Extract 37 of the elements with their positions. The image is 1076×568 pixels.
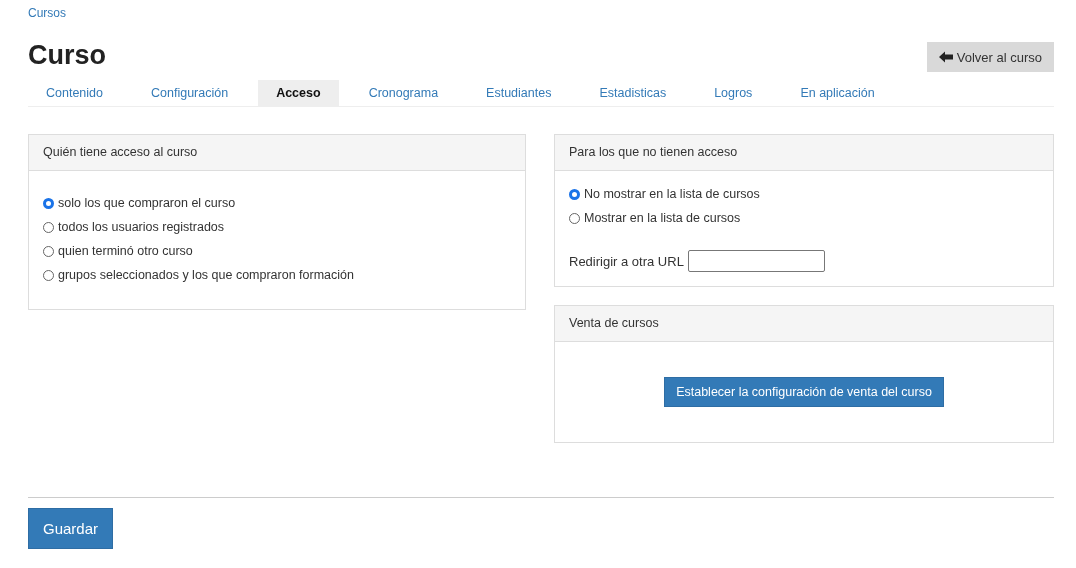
radio-button[interactable] bbox=[43, 245, 54, 257]
option-label: todos los usuarios registrados bbox=[58, 220, 225, 234]
panel-title: Quién tiene acceso al curso bbox=[29, 135, 525, 171]
radio-option[interactable]: todos los usuarios registrados bbox=[43, 215, 511, 239]
panel-title: Venta de cursos bbox=[555, 306, 1053, 342]
option-label: solo los que compraron el curso bbox=[58, 196, 236, 210]
tab[interactable]: Configuración bbox=[133, 80, 247, 106]
page-title: Curso bbox=[28, 40, 106, 70]
sales-settings-button[interactable]: Establecer la configuración de venta del curso bbox=[664, 377, 944, 407]
radio-option[interactable]: quien terminó otro curso bbox=[43, 239, 511, 263]
radio-option[interactable]: No mostrar en la lista de cursos bbox=[569, 182, 1039, 206]
radio-option[interactable]: Mostrar en la lista de cursos bbox=[569, 206, 1039, 230]
option-label: quien terminó otro curso bbox=[58, 244, 193, 258]
radio-button[interactable] bbox=[43, 197, 54, 209]
tab[interactable]: Acceso bbox=[258, 80, 339, 106]
radio-option[interactable]: grupos seleccionados y los que compraron formación bbox=[43, 263, 511, 287]
radio-button[interactable] bbox=[43, 221, 54, 233]
tab[interactable]: Logros bbox=[696, 80, 771, 106]
save-button[interactable]: Guardar bbox=[28, 508, 114, 549]
panel-title: Para los que no tienen acceso bbox=[555, 135, 1053, 171]
radio-button[interactable] bbox=[569, 212, 580, 224]
redirect-label: Redirigir a otra URL bbox=[569, 253, 684, 269]
breadcrumb-link[interactable]: Cursos bbox=[28, 4, 66, 22]
radio-button[interactable] bbox=[43, 269, 54, 281]
tab[interactable]: Estadisticas bbox=[581, 80, 685, 106]
tab[interactable]: En aplicación bbox=[782, 80, 893, 106]
tab[interactable]: Estudiantes bbox=[468, 80, 570, 106]
option-label: No mostrar en la lista de cursos bbox=[584, 187, 760, 201]
url-input-field[interactable] bbox=[687, 250, 825, 272]
option-label: Mostrar en la lista de cursos bbox=[584, 211, 741, 225]
tab[interactable]: Cronograma bbox=[350, 80, 457, 106]
arrow-left-icon bbox=[938, 51, 953, 63]
radio-button[interactable] bbox=[569, 188, 580, 200]
option-label: grupos seleccionados y los que compraron formación bbox=[58, 268, 354, 282]
tab[interactable]: Contenido bbox=[28, 80, 121, 106]
back-button[interactable]: Volver al curso bbox=[926, 42, 1054, 72]
radio-option[interactable]: solo los que compraron el curso bbox=[43, 191, 511, 215]
